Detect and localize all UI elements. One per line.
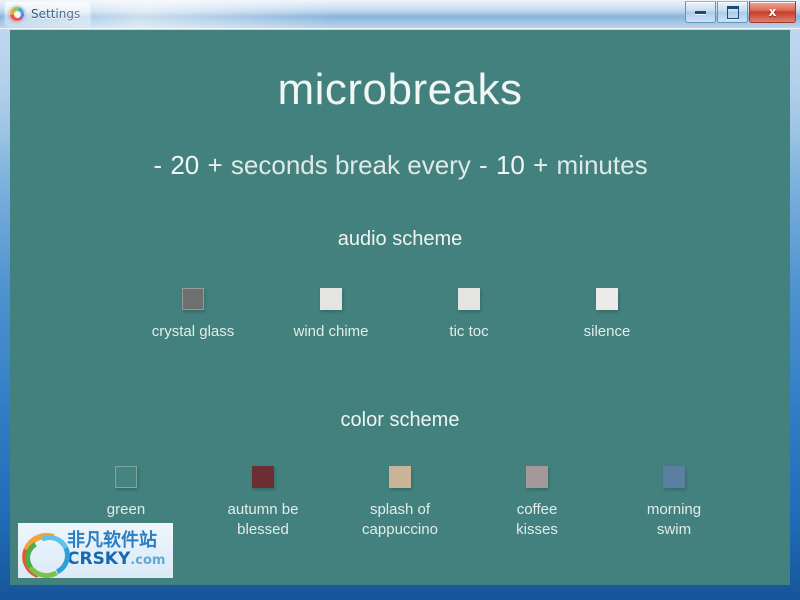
watermark-tld: .com: [130, 553, 166, 569]
audio-scheme-swatch-icon[interactable]: [182, 288, 204, 310]
audio-scheme-option-label: crystal glass: [151, 323, 235, 340]
minimize-icon: [695, 10, 706, 14]
schedule-summary: - 20 + seconds break every - 10 + minute…: [10, 150, 790, 181]
duration-value: 20: [170, 150, 200, 180]
interval-unit-label: minutes: [556, 150, 648, 180]
audio-scheme-option-label: silence: [583, 323, 631, 340]
close-button[interactable]: x: [749, 1, 796, 23]
color-scheme-option-label: autumn be blessed: [227, 501, 299, 539]
audio-scheme-option-label: wind chime: [293, 323, 369, 340]
duration-unit-label: seconds break every: [230, 150, 471, 180]
color-scheme-option-label: coffee kisses: [516, 501, 558, 539]
close-icon: x: [768, 5, 777, 19]
audio-scheme-options: crystal glass wind chime tic toc silence: [10, 288, 790, 342]
window-title-text: Settings: [31, 7, 81, 21]
color-scheme-swatch-icon[interactable]: [115, 466, 137, 488]
audio-scheme-swatch-icon[interactable]: [458, 288, 480, 310]
color-scheme-option-3[interactable]: coffee kisses: [469, 466, 606, 541]
interval-decrease-button[interactable]: -: [478, 150, 489, 180]
maximize-button[interactable]: [717, 1, 748, 23]
color-scheme-swatch-icon[interactable]: [526, 466, 548, 488]
color-scheme-swatch-icon[interactable]: [663, 466, 685, 488]
color-scheme-option-2[interactable]: splash of cappuccino: [332, 466, 469, 541]
app-icon: [9, 6, 25, 22]
window-title-bar[interactable]: Settings x: [0, 0, 800, 29]
maximize-icon: [726, 5, 739, 19]
window-controls: x: [684, 1, 796, 23]
audio-scheme-option-1[interactable]: wind chime: [262, 288, 400, 342]
audio-scheme-heading: audio scheme: [337, 228, 463, 250]
color-scheme-option-label: morning swim: [646, 501, 702, 539]
page-title: microbreaks: [277, 65, 523, 114]
audio-scheme-option-2[interactable]: tic toc: [400, 288, 538, 342]
watermark-text: 非凡软件站 CRSKY.com: [67, 531, 166, 570]
color-scheme-option-label: splash of cappuccino: [362, 501, 438, 539]
interval-increase-button[interactable]: +: [532, 150, 549, 180]
duration-increase-button[interactable]: +: [206, 150, 223, 180]
watermark-site-name: CRSKY: [67, 549, 131, 570]
color-scheme-option-4[interactable]: morning swim: [606, 466, 743, 541]
window-title-group: Settings: [5, 2, 91, 26]
crsky-logo-icon: [18, 524, 78, 578]
app-content: microbreaks - 20 + seconds break every -…: [10, 30, 790, 585]
audio-scheme-option-label: tic toc: [449, 323, 489, 340]
audio-scheme-option-0[interactable]: crystal glass: [124, 288, 262, 342]
color-scheme-swatch-icon[interactable]: [389, 466, 411, 488]
color-scheme-option-1[interactable]: autumn be blessed: [195, 466, 332, 541]
watermark-site-label: CRSKY.com: [67, 549, 166, 570]
interval-value: 10: [495, 150, 525, 180]
duration-decrease-button[interactable]: -: [152, 150, 163, 180]
audio-scheme-swatch-icon[interactable]: [320, 288, 342, 310]
audio-scheme-swatch-icon[interactable]: [596, 288, 618, 310]
watermark-overlay: 非凡软件站 CRSKY.com: [18, 523, 173, 578]
settings-window: Settings x microbreaks - 20 + seconds br…: [0, 0, 800, 600]
color-scheme-swatch-icon[interactable]: [252, 466, 274, 488]
audio-scheme-option-3[interactable]: silence: [538, 288, 676, 342]
minimize-button[interactable]: [685, 1, 716, 23]
color-scheme-heading: color scheme: [340, 409, 460, 431]
